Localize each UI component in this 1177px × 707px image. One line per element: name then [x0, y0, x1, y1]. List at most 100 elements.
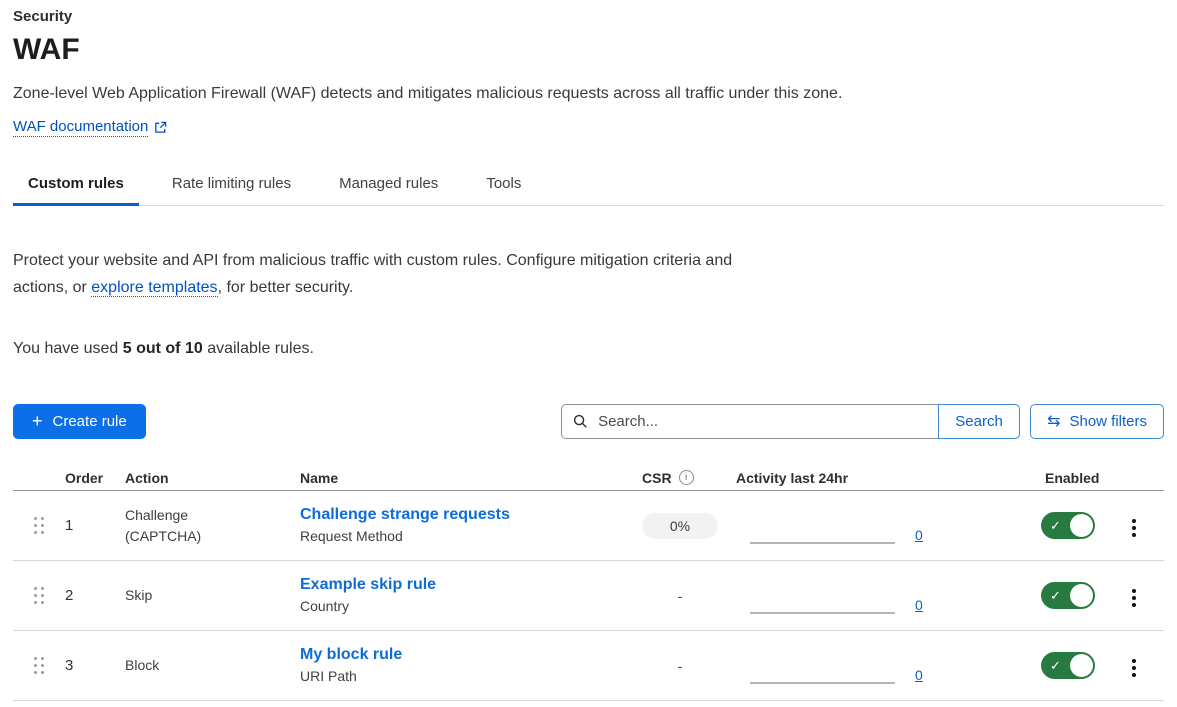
csr-badge: 0% — [642, 513, 718, 539]
kebab-menu-button[interactable] — [1128, 655, 1140, 681]
rule-action: Challenge (CAPTCHA) — [125, 505, 295, 547]
rule-field: Country — [300, 598, 630, 615]
check-icon: ✓ — [1050, 589, 1061, 602]
usage-count: 5 out of 10 — [123, 340, 203, 357]
kebab-cell — [1120, 650, 1164, 681]
external-link-icon — [154, 121, 167, 134]
waf-documentation-link[interactable]: WAF documentation — [13, 118, 167, 137]
rule-action: Skip — [125, 585, 295, 606]
activity-count-link[interactable]: 0 — [915, 527, 923, 543]
tab-tools[interactable]: Tools — [471, 167, 536, 206]
table-row: 3 Block My block rule URI Path - 0 ✓ — [13, 631, 1164, 701]
rule-field: Request Method — [300, 528, 630, 545]
tab-rate-limiting-rules[interactable]: Rate limiting rules — [157, 167, 306, 206]
usage-before: You have used — [13, 340, 123, 357]
waf-page: Security WAF Zone-level Web Application … — [0, 0, 1177, 701]
kebab-cell — [1120, 510, 1164, 541]
table-row: 2 Skip Example skip rule Country - 0 ✓ — [13, 561, 1164, 631]
search-input[interactable] — [596, 412, 927, 431]
rule-order: 1 — [65, 517, 125, 534]
create-rule-label: Create rule — [53, 413, 127, 430]
rule-order: 2 — [65, 587, 125, 604]
header-action: Action — [125, 470, 295, 486]
usage-after: available rules. — [203, 340, 314, 357]
tab-custom-rules[interactable]: Custom rules — [13, 167, 139, 206]
drag-handle-icon[interactable] — [30, 513, 48, 538]
rule-action-line1: Challenge — [125, 505, 295, 526]
csr-cell: - — [630, 588, 730, 604]
page-description: Zone-level Web Application Firewall (WAF… — [13, 83, 1164, 105]
kebab-menu-button[interactable] — [1128, 585, 1140, 611]
table-row: 1 Challenge (CAPTCHA) Challenge strange … — [13, 491, 1164, 561]
activity-sparkline — [750, 682, 895, 684]
header-name: Name — [295, 470, 630, 486]
create-rule-button[interactable]: + Create rule — [13, 404, 146, 439]
csr-value: - — [678, 658, 683, 674]
rule-order: 3 — [65, 657, 125, 674]
activity-cell: 0 — [730, 491, 1035, 560]
toggle-knob — [1070, 584, 1093, 607]
usage-text: You have used 5 out of 10 available rule… — [13, 340, 1164, 358]
tab-bar: Custom rules Rate limiting rules Managed… — [13, 167, 1164, 206]
activity-sparkline — [750, 612, 895, 614]
csr-cell: - — [630, 658, 730, 674]
waf-documentation-label: WAF documentation — [13, 118, 148, 137]
search-icon — [573, 414, 588, 429]
enabled-cell: ✓ — [1035, 652, 1120, 679]
drag-handle-icon[interactable] — [30, 583, 48, 608]
toggle-knob — [1070, 654, 1093, 677]
activity-sparkline — [750, 542, 895, 544]
rule-action-line1: Block — [125, 655, 295, 676]
rule-action: Block — [125, 655, 295, 676]
intro-text: Protect your website and API from malici… — [13, 247, 758, 301]
enabled-toggle[interactable]: ✓ — [1041, 652, 1095, 679]
intro-after: , for better security. — [218, 279, 354, 296]
toolbar-right: Search ⇆ Show filters — [561, 404, 1164, 439]
rule-name-cell: My block rule URI Path — [295, 646, 630, 685]
activity-count-link[interactable]: 0 — [915, 667, 923, 683]
activity-cell: 0 — [730, 631, 1035, 700]
search-group: Search — [561, 404, 1020, 439]
rule-action-line2: (CAPTCHA) — [125, 526, 295, 547]
info-icon[interactable]: i — [679, 470, 694, 485]
activity-count-link[interactable]: 0 — [915, 597, 923, 613]
header-csr-label: CSR — [642, 470, 672, 486]
toggle-knob — [1070, 514, 1093, 537]
enabled-cell: ✓ — [1035, 512, 1120, 539]
plus-icon: + — [32, 412, 43, 430]
breadcrumb: Security — [13, 8, 1164, 25]
check-icon: ✓ — [1050, 519, 1061, 532]
search-box — [561, 404, 939, 439]
rule-name-link[interactable]: Example skip rule — [300, 576, 436, 594]
search-button[interactable]: Search — [938, 404, 1020, 439]
toolbar: + Create rule Search ⇆ Show filters — [13, 404, 1164, 439]
activity-cell: 0 — [730, 561, 1035, 630]
swap-arrows-icon: ⇆ — [1047, 414, 1060, 430]
rules-table: Order Action Name CSR i Activity last 24… — [13, 465, 1164, 701]
enabled-cell: ✓ — [1035, 582, 1120, 609]
explore-templates-link[interactable]: explore templates — [91, 279, 217, 297]
kebab-menu-button[interactable] — [1128, 515, 1140, 541]
header-enabled: Enabled — [1035, 470, 1120, 486]
rule-action-line1: Skip — [125, 585, 295, 606]
header-activity: Activity last 24hr — [730, 470, 1035, 486]
drag-handle-icon[interactable] — [30, 653, 48, 678]
rule-name-cell: Example skip rule Country — [295, 576, 630, 615]
table-header-row: Order Action Name CSR i Activity last 24… — [13, 465, 1164, 491]
rule-name-cell: Challenge strange requests Request Metho… — [295, 506, 630, 545]
rule-field: URI Path — [300, 668, 630, 685]
header-order: Order — [65, 470, 125, 486]
rule-name-link[interactable]: My block rule — [300, 646, 402, 664]
page-title: WAF — [13, 33, 1164, 67]
kebab-cell — [1120, 580, 1164, 611]
csr-value: - — [678, 588, 683, 604]
enabled-toggle[interactable]: ✓ — [1041, 512, 1095, 539]
show-filters-button[interactable]: ⇆ Show filters — [1030, 404, 1164, 439]
csr-cell: 0% — [630, 513, 730, 539]
tab-managed-rules[interactable]: Managed rules — [324, 167, 453, 206]
header-csr: CSR i — [630, 470, 730, 486]
enabled-toggle[interactable]: ✓ — [1041, 582, 1095, 609]
check-icon: ✓ — [1050, 659, 1061, 672]
show-filters-label: Show filters — [1069, 413, 1147, 430]
rule-name-link[interactable]: Challenge strange requests — [300, 506, 510, 524]
